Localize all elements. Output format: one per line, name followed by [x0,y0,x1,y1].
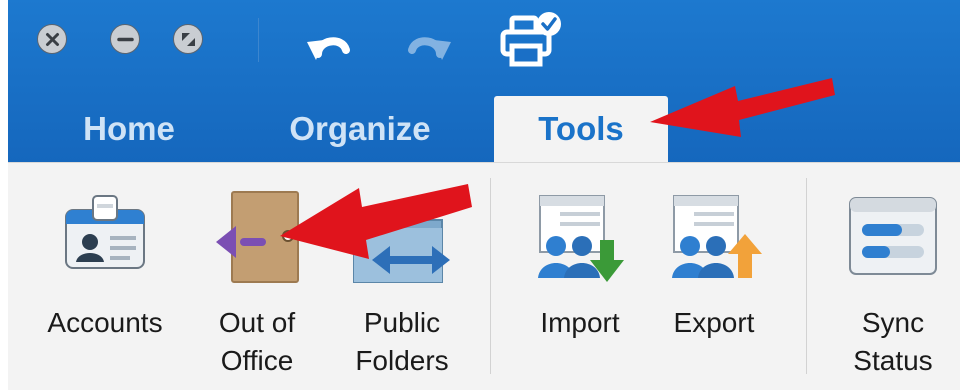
undo-icon[interactable] [304,22,354,68]
public-folder-icon [353,211,450,283]
close-button[interactable] [37,24,67,54]
outlook-window: Home Organize Tools Accounts Out of Offi… [0,0,960,390]
sync-status-label-line1: Sync [861,307,925,338]
out-of-office-label-line1: Out of [218,307,296,338]
id-card-icon [65,195,145,269]
public-folders-label-line1: Public [363,307,441,338]
print-icon[interactable] [498,8,568,74]
ribbon-group-divider [806,178,807,374]
door-exit-icon [216,191,299,283]
ribbon-tools [8,162,960,390]
accounts-label: Accounts [47,307,163,338]
toolbar-divider [258,18,259,62]
sync-status-icon [849,197,937,275]
minimize-icon [117,37,134,42]
fullscreen-icon [182,33,195,46]
import-icon [538,195,624,282]
export-icon [672,195,762,278]
minimize-button[interactable] [110,24,140,54]
ribbon-group-divider [490,178,491,374]
close-icon [46,33,59,46]
tab-home[interactable]: Home [60,96,198,162]
redo-icon[interactable] [404,22,454,68]
tab-organize[interactable]: Organize [262,96,458,162]
public-folders-label-line2: Folders [355,345,449,376]
export-label: Export [673,307,755,338]
fullscreen-button[interactable] [173,24,203,54]
sync-status-label-line2: Status [853,345,933,376]
tab-tools[interactable]: Tools [494,96,668,162]
out-of-office-label-line2: Office [220,345,294,376]
import-label: Import [540,307,620,338]
